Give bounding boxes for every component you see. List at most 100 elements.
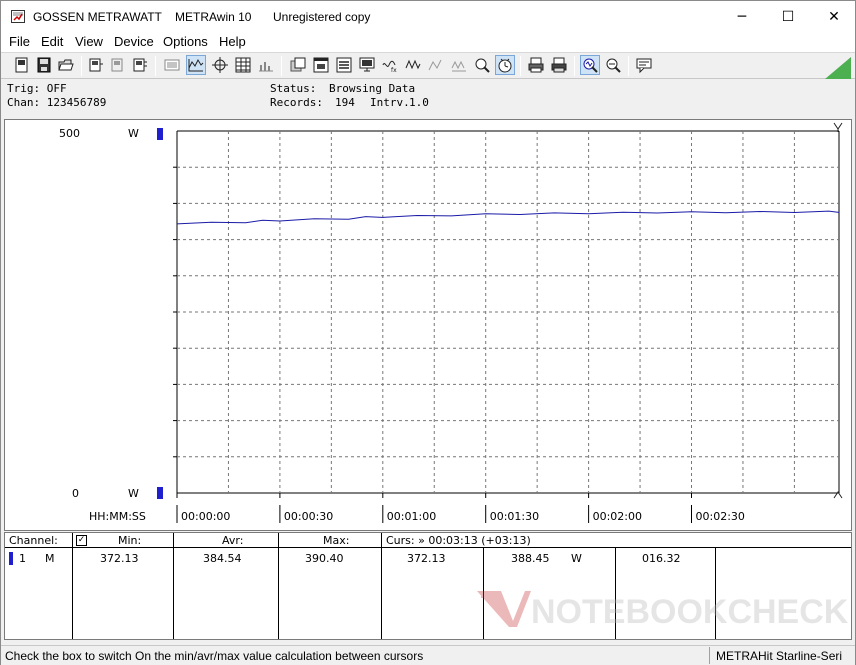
save-icon[interactable] (35, 56, 53, 74)
maximize-button[interactable]: ☐ (765, 1, 811, 32)
x-tick-label: 00:02:30 (696, 510, 745, 523)
minmax-checkbox[interactable]: ✓ (76, 535, 87, 546)
channel-color-swatch (9, 552, 13, 565)
x-tick-label: 00:00:00 (181, 510, 230, 523)
y-unit-top: W (128, 127, 139, 140)
bottom-cursor-marker[interactable] (157, 487, 163, 499)
signal-fx-icon[interactable]: fx (381, 56, 399, 74)
export-icon[interactable] (289, 56, 307, 74)
zoom-out-icon[interactable] (604, 56, 622, 74)
app-icon (11, 10, 25, 23)
plot-panel[interactable]: 500 W 0 W HH:MM:SS 00:00:00 00:00:30 00:01… (4, 119, 852, 531)
title-company: GOSSEN METRAWATT (33, 10, 162, 24)
text-view-icon[interactable] (163, 56, 181, 74)
toolbar-separator (574, 56, 575, 76)
x-axis-label: HH:MM:SS (89, 510, 146, 523)
table-view-icon[interactable] (234, 56, 252, 74)
channel-table: Channel: ✓ Min: Avr: Max: Curs: » 00:03:… (4, 532, 852, 640)
status-hint: Check the box to switch On the min/avr/m… (5, 649, 424, 663)
records-label: Records: (270, 96, 323, 109)
title-bar: GOSSEN METRAWATT METRAwin 10 Unregistere… (1, 1, 855, 32)
toolbar-separator (281, 56, 282, 76)
min-value: 372.13 (100, 552, 139, 565)
y-unit-bottom: W (128, 487, 139, 500)
series-line (176, 210, 840, 225)
interval-label: Intrv. (370, 96, 410, 109)
toolbar-separator (81, 56, 82, 76)
cursor-value-2: 388.45 (511, 552, 550, 565)
print-icon[interactable] (527, 56, 545, 74)
menu-help[interactable]: Help (219, 34, 246, 49)
y-max-label: 500 (59, 127, 80, 140)
channel-mode: M (45, 552, 55, 565)
toolbar-separator (520, 56, 521, 76)
trend-gray-icon[interactable] (427, 56, 445, 74)
graph-view-icon[interactable] (186, 55, 206, 75)
close-button[interactable]: ✕ (811, 1, 856, 32)
table-header-divider (5, 547, 851, 548)
notebookcheck-watermark: NOTEBOOKCHECK (477, 591, 849, 631)
table-divider (381, 533, 382, 639)
toolbar-separator (155, 56, 156, 76)
cursor-unit: W (571, 552, 582, 565)
channel-number: 1 (19, 552, 26, 565)
device-memory-icon[interactable] (131, 56, 149, 74)
histogram-icon[interactable] (257, 56, 275, 74)
max-value: 390.40 (305, 552, 344, 565)
table-divider (173, 533, 174, 639)
menu-view[interactable]: View (75, 34, 103, 49)
toolbar: fx (1, 52, 855, 79)
cursor-header: Curs: » 00:03:13 (+03:13) (386, 534, 531, 547)
table-divider (72, 533, 73, 639)
avr-value: 384.54 (203, 552, 242, 565)
new-file-icon[interactable] (13, 56, 31, 74)
crosshair-icon[interactable] (211, 56, 229, 74)
interval-value: 1.0 (409, 96, 429, 109)
menu-options[interactable]: Options (163, 34, 208, 49)
zoom-settings-icon[interactable] (473, 56, 491, 74)
menu-file[interactable]: File (9, 34, 30, 49)
status-value: Browsing Data (329, 82, 416, 95)
waveform-icon[interactable] (404, 56, 422, 74)
list-window-icon[interactable] (335, 56, 353, 74)
status-label: Status: (270, 82, 317, 95)
device-read-icon[interactable] (87, 56, 105, 74)
table-divider (278, 533, 279, 639)
x-tick-label: 00:01:00 (387, 510, 436, 523)
menu-bar: File Edit View Device Options Help (1, 32, 855, 52)
title-license: Unregistered copy (273, 10, 371, 24)
max-header: Max: (323, 534, 350, 547)
main-window: GOSSEN METRAWATT METRAwin 10 Unregistere… (0, 0, 856, 665)
resize-corner-icon (825, 57, 851, 79)
zoom-in-icon[interactable] (580, 55, 600, 75)
channel-header: Channel: (9, 534, 58, 547)
trend-chart[interactable]: 500 W 0 W HH:MM:SS 00:00:00 00:00:30 00:01… (5, 120, 851, 530)
avr-header: Avr: (222, 534, 244, 547)
minimize-button[interactable]: ─ (719, 1, 765, 32)
status-device: METRAHit Starline-Seri (716, 649, 843, 663)
monitor-icon[interactable] (358, 56, 376, 74)
menu-device[interactable]: Device (114, 34, 154, 49)
device-config-icon[interactable] (109, 56, 127, 74)
svg-text:fx: fx (391, 67, 397, 74)
print-preview-icon[interactable] (550, 56, 568, 74)
records-value: 194 (335, 96, 355, 109)
svg-text:NOTEBOOKCHECK: NOTEBOOKCHECK (531, 593, 849, 631)
toolbar-separator (628, 56, 629, 76)
status-divider (709, 647, 710, 664)
trig-status: Trig: OFF (7, 82, 67, 95)
menu-edit[interactable]: Edit (41, 34, 63, 49)
comment-icon[interactable] (635, 56, 653, 74)
cursor-value: 372.13 (407, 552, 446, 565)
clock-trigger-icon[interactable] (495, 55, 515, 75)
copy-window-icon[interactable] (312, 56, 330, 74)
status-bar: Check the box to switch On the min/avr/m… (1, 645, 855, 665)
top-cursor-marker[interactable] (157, 128, 163, 140)
open-folder-icon[interactable] (57, 56, 75, 74)
min-header: Min: (118, 534, 142, 547)
x-tick-label: 00:00:30 (284, 510, 333, 523)
x-tick-label: 00:01:30 (490, 510, 539, 523)
cursor-delta: 016.32 (642, 552, 681, 565)
trend-dual-icon[interactable] (450, 56, 468, 74)
x-tick-label: 00:02:00 (593, 510, 642, 523)
